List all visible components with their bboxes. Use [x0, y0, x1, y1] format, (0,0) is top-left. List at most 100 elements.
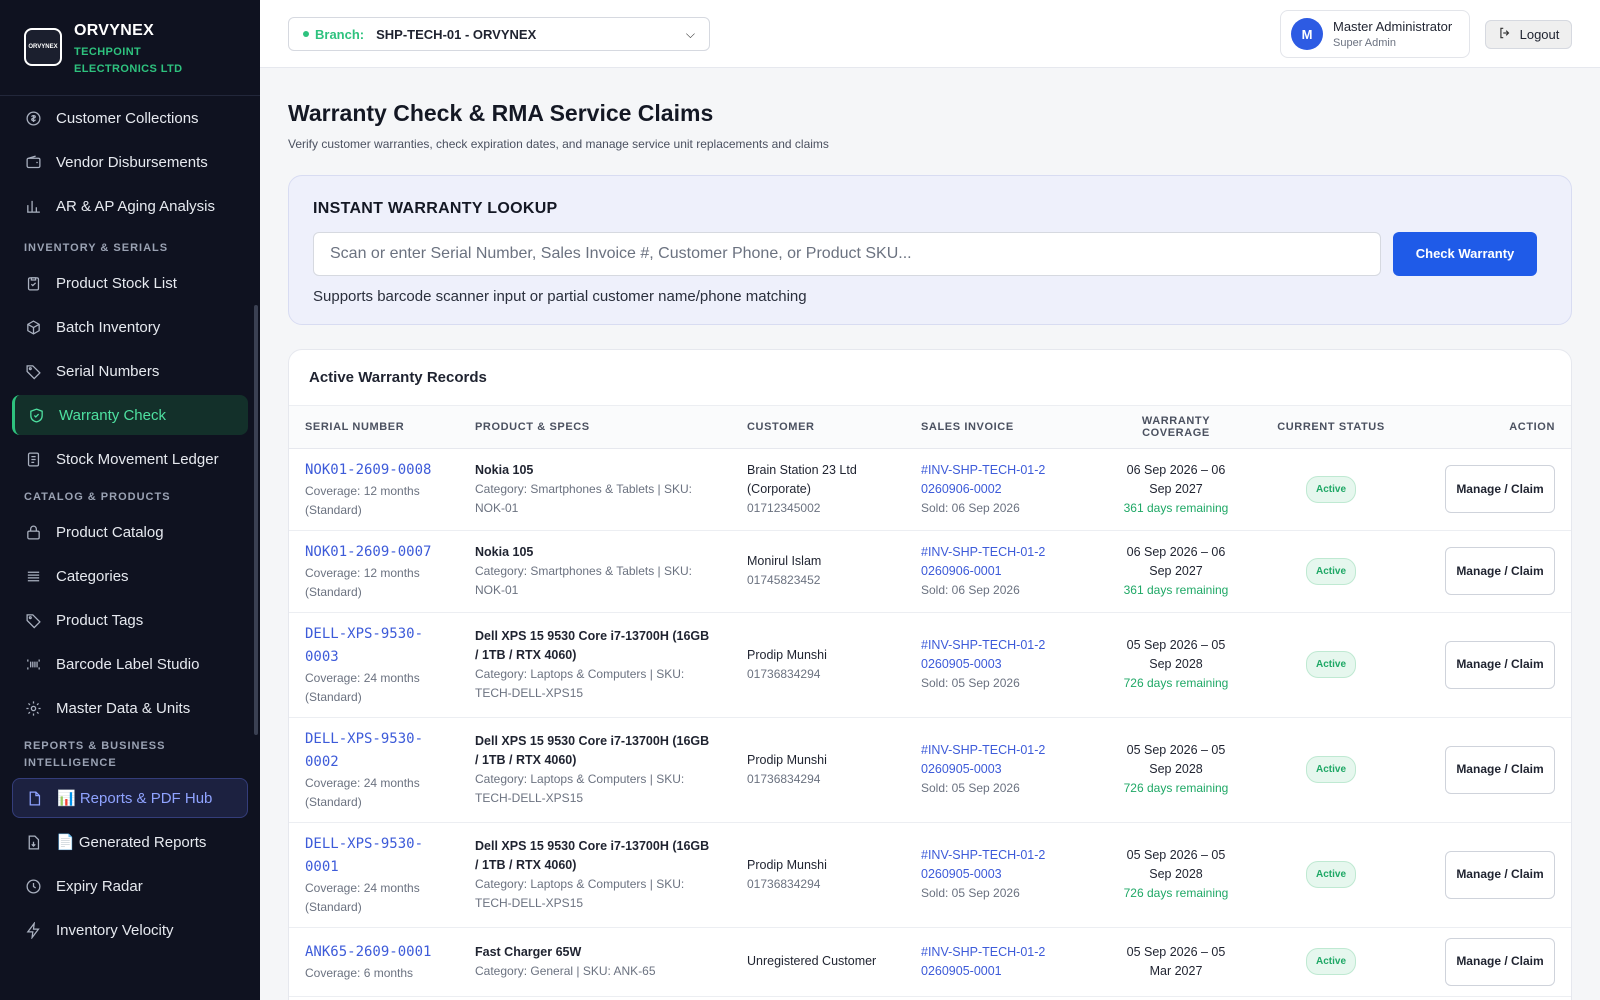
- status-cell: Active: [1251, 530, 1411, 613]
- serial-number-link[interactable]: DELL-XPS-9530-0003: [305, 623, 443, 669]
- coverage-cell: 05 Sep 2026 – 05 Mar 2027: [1101, 927, 1251, 997]
- product-category: Category: Laptops & Computers | SKU: TEC…: [475, 771, 685, 805]
- serial-number-link[interactable]: NOK01-2609-0007: [305, 541, 443, 564]
- status-cell: Active: [1251, 717, 1411, 823]
- sidebar-item-categories[interactable]: Categories: [12, 556, 248, 596]
- product-name: Nokia 105: [475, 462, 534, 477]
- invoice-link[interactable]: #INV-SHP-TECH-01-20260906-0001: [921, 543, 1051, 581]
- sidebar-item-inventory-velocity[interactable]: Inventory Velocity: [12, 910, 248, 950]
- invoice-link[interactable]: #INV-SHP-TECH-01-20260905-0003: [921, 636, 1051, 674]
- invoice-link[interactable]: #INV-SHP-TECH-01-20260905-0003: [921, 741, 1051, 779]
- product-name: Dell XPS 15 9530 Core i7-13700H (16GB / …: [475, 838, 710, 872]
- sidebar-item-product-catalog[interactable]: Product Catalog: [12, 512, 248, 552]
- status-cell: Active: [1251, 448, 1411, 531]
- avatar: M: [1291, 18, 1323, 50]
- sidebar-item-warranty-check[interactable]: Warranty Check: [12, 395, 248, 435]
- customer-cell: Brain Station 23 Ltd (Corporate) 0171234…: [731, 448, 905, 531]
- days-remaining: 726 days remaining: [1123, 781, 1229, 795]
- days-remaining: 361 days remaining: [1123, 582, 1229, 597]
- col-action: ACTION: [1411, 406, 1571, 449]
- sidebar-item-label: 📊 Reports & PDF Hub: [57, 790, 213, 807]
- lookup-help-text: Supports barcode scanner input or partia…: [313, 288, 807, 305]
- product-category: Category: Smartphones & Tablets | SKU: N…: [475, 481, 693, 515]
- invoice-link[interactable]: #INV-SHP-TECH-01-20260906-0002: [921, 461, 1051, 499]
- warranty-lookup-panel: INSTANT WARRANTY LOOKUP Check Warranty S…: [288, 175, 1572, 325]
- brand-logo: ORVYNEX: [24, 28, 62, 66]
- status-cell: Active: [1251, 927, 1411, 997]
- invoice-cell: #INV-SHP-TECH-01-20260905-0003 Sold: 05 …: [905, 822, 1101, 928]
- manage-claim-button[interactable]: Manage / Claim: [1445, 937, 1555, 986]
- sidebar-item-reports-and-pdf-hub[interactable]: 📊 Reports & PDF Hub: [12, 778, 248, 818]
- manage-claim-button[interactable]: Manage / Claim: [1445, 640, 1555, 689]
- user-name: Master Administrator: [1333, 19, 1453, 34]
- sidebar-item-vendor-disbursements[interactable]: Vendor Disbursements: [12, 142, 248, 182]
- coverage-text: Coverage: 12 months (Standard): [305, 483, 420, 517]
- sidebar-item-product-tags[interactable]: Product Tags: [12, 600, 248, 640]
- invoice-link[interactable]: #INV-SHP-TECH-01-20260905-0003: [921, 846, 1051, 884]
- serial-cell: DELL-XPS-9530-0001 Coverage: 24 months (…: [289, 822, 459, 928]
- warranty-records-table: SERIAL NUMBER PRODUCT & SPECS CUSTOMER S…: [289, 406, 1571, 997]
- sidebar-item-serial-numbers[interactable]: Serial Numbers: [12, 351, 248, 391]
- user-menu[interactable]: M Master Administrator Super Admin: [1280, 10, 1470, 58]
- col-customer: CUSTOMER: [731, 406, 905, 449]
- sidebar-item-master-data-and-units[interactable]: Master Data & Units: [12, 688, 248, 728]
- brand: ORVYNEX ORVYNEX TECHPOINT ELECTRONICS LT…: [0, 0, 260, 96]
- manage-claim-button[interactable]: Manage / Claim: [1445, 547, 1555, 595]
- manage-claim-button[interactable]: Manage / Claim: [1445, 745, 1555, 794]
- warranty-period: 05 Sep 2026 – 05 Sep 2028: [1126, 638, 1226, 671]
- check-warranty-button[interactable]: Check Warranty: [1393, 232, 1537, 276]
- barcode-icon: [24, 655, 42, 673]
- sidebar-item-product-stock-list[interactable]: Product Stock List: [12, 263, 248, 303]
- sidebar-item-generated-reports[interactable]: 📄 Generated Reports: [12, 822, 248, 862]
- serial-number-link[interactable]: DELL-XPS-9530-0001: [305, 833, 443, 879]
- sidebar-item-expiry-radar[interactable]: Expiry Radar: [12, 866, 248, 906]
- customer-cell: Unregistered Customer: [731, 927, 905, 997]
- sidebar-item-batch-inventory[interactable]: Batch Inventory: [12, 307, 248, 347]
- logout-button[interactable]: Logout: [1485, 20, 1572, 49]
- customer-name: Brain Station 23 Ltd (Corporate): [747, 462, 857, 496]
- tag-icon: [24, 611, 42, 629]
- serial-number-link[interactable]: NOK01-2609-0008: [305, 459, 443, 482]
- status-badge: Active: [1305, 475, 1356, 503]
- product-cell: Dell XPS 15 9530 Core i7-13700H (16GB / …: [459, 822, 731, 928]
- action-cell: Manage / Claim: [1411, 927, 1571, 997]
- coverage-cell: 05 Sep 2026 – 05 Sep 2028 726 days remai…: [1101, 717, 1251, 823]
- sidebar-item-label: Vendor Disbursements: [56, 153, 208, 171]
- document-download-icon: [24, 833, 42, 851]
- serial-cell: DELL-XPS-9530-0002 Coverage: 24 months (…: [289, 717, 459, 823]
- warranty-search-input[interactable]: [313, 232, 1381, 276]
- serial-number-link[interactable]: ANK65-2609-0001: [305, 941, 443, 964]
- logout-label: Logout: [1519, 27, 1560, 42]
- branch-label: Branch:: [315, 26, 365, 42]
- manage-claim-button[interactable]: Manage / Claim: [1445, 850, 1555, 899]
- chevron-down-icon: ⌵: [685, 26, 695, 41]
- sidebar-item-barcode-label-studio[interactable]: Barcode Label Studio: [12, 644, 248, 684]
- warranty-period: 05 Sep 2026 – 05 Sep 2028: [1126, 848, 1226, 881]
- product-category: Category: Laptops & Computers | SKU: TEC…: [475, 876, 685, 910]
- serial-number-link[interactable]: DELL-XPS-9530-0002: [305, 728, 443, 774]
- status-badge: Active: [1305, 948, 1356, 975]
- product-category: Category: Smartphones & Tablets | SKU: N…: [475, 563, 693, 597]
- page-subtitle: Verify customer warranties, check expira…: [288, 137, 829, 151]
- sidebar-section-inventory: INVENTORY & SERIALS: [24, 242, 169, 254]
- manage-claim-button[interactable]: Manage / Claim: [1445, 465, 1555, 513]
- invoice-link[interactable]: #INV-SHP-TECH-01-20260905-0001: [921, 943, 1051, 981]
- sold-date: Sold: 05 Sep 2026: [921, 886, 1020, 900]
- lookup-title: INSTANT WARRANTY LOOKUP: [313, 200, 558, 217]
- sold-date: Sold: 05 Sep 2026: [921, 781, 1020, 795]
- sidebar-item-label: Product Catalog: [56, 523, 164, 541]
- sidebar-item-customer-collections[interactable]: Customer Collections: [12, 98, 248, 138]
- bar-chart-icon: [24, 197, 42, 215]
- sidebar-scrollbar[interactable]: [254, 305, 258, 735]
- product-cell: Fast Charger 65W Category: General | SKU…: [459, 927, 731, 997]
- product-name: Nokia 105: [475, 544, 534, 559]
- branch-status-dot: [303, 31, 309, 37]
- table-header-row: SERIAL NUMBER PRODUCT & SPECS CUSTOMER S…: [289, 406, 1571, 449]
- sidebar-item-label: AR & AP Aging Analysis: [56, 197, 215, 215]
- branch-selector[interactable]: Branch: SHP-TECH-01 - ORVYNEX ⌵: [288, 17, 710, 51]
- action-cell: Manage / Claim: [1411, 530, 1571, 613]
- sidebar-item-ar-and-ap-aging-analysis[interactable]: AR & AP Aging Analysis: [12, 186, 248, 226]
- product-cell: Nokia 105 Category: Smartphones & Tablet…: [459, 530, 731, 613]
- document-icon: [25, 789, 43, 807]
- sidebar-item-stock-movement-ledger[interactable]: Stock Movement Ledger: [12, 439, 248, 479]
